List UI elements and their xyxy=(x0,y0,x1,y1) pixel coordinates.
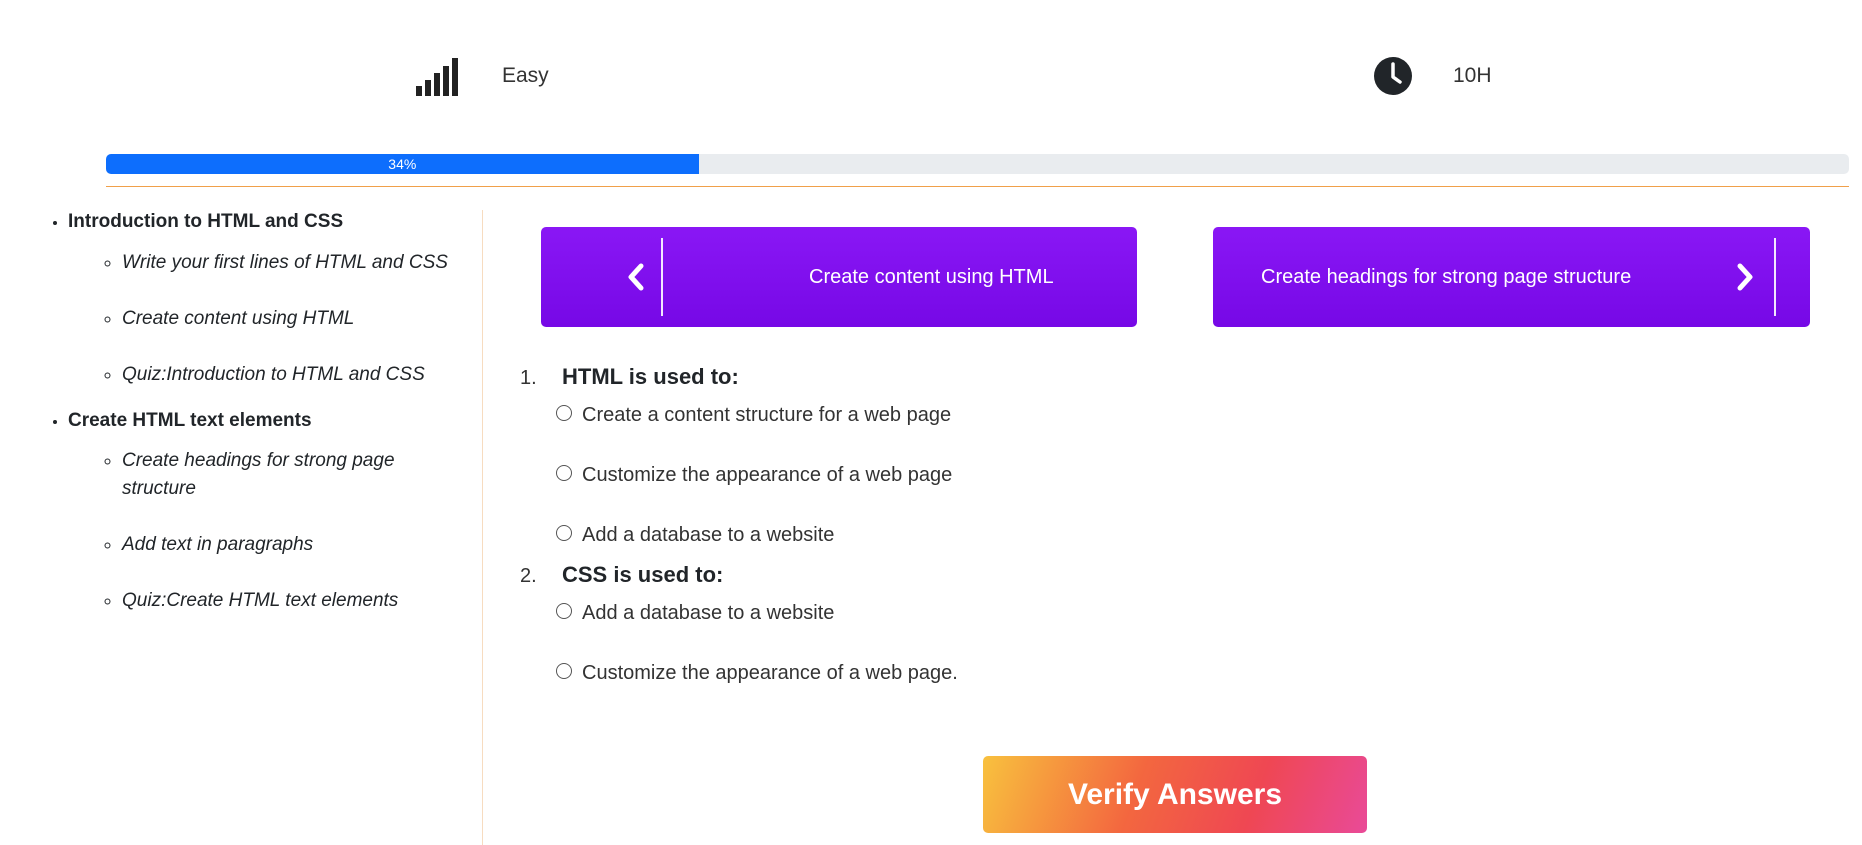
section-intro-html-css[interactable]: Introduction to HTML and CSS Write your … xyxy=(68,210,482,389)
radio-button[interactable] xyxy=(556,525,572,541)
answer-option[interactable]: Customize the appearance of a web page. xyxy=(556,658,1820,688)
radio-button[interactable] xyxy=(556,405,572,421)
question-1: 1. HTML is used to: Create a content str… xyxy=(520,364,1820,550)
next-lesson-button[interactable]: Create headings for strong page structur… xyxy=(1213,227,1810,327)
answer-option[interactable]: Add a database to a website xyxy=(556,520,1820,550)
radio-button[interactable] xyxy=(556,603,572,619)
lesson-item[interactable]: Quiz:Introduction to HTML and CSS xyxy=(122,361,482,389)
duration-label: 10H xyxy=(1453,64,1492,87)
lesson-item[interactable]: Add text in paragraphs xyxy=(122,531,482,559)
chevron-left-icon xyxy=(625,262,647,292)
signal-bars-icon xyxy=(416,58,458,96)
duration-stat: 10H xyxy=(1373,56,1492,96)
next-lesson-label: Create headings for strong page structur… xyxy=(1261,265,1632,288)
lesson-link[interactable]: Add text in paragraphs xyxy=(122,534,313,555)
lesson-link[interactable]: Quiz:Create HTML text elements xyxy=(122,590,398,611)
question-number: 2. xyxy=(520,565,537,587)
lesson-item[interactable]: Write your first lines of HTML and CSS xyxy=(122,249,482,277)
verify-answers-label: Verify Answers xyxy=(1068,777,1282,811)
option-label[interactable]: Customize the appearance of a web page xyxy=(582,464,952,487)
button-divider xyxy=(661,238,663,316)
previous-lesson-label: Create content using HTML xyxy=(809,265,1054,288)
difficulty-label: Easy xyxy=(502,64,549,87)
question-header: 1. HTML is used to: xyxy=(520,364,1820,400)
answer-option[interactable]: Add a database to a website xyxy=(556,598,1820,628)
lesson-list: Create headings for strong page structur… xyxy=(68,447,482,615)
lesson-link[interactable]: Create content using HTML xyxy=(122,308,354,329)
question-header: 2. CSS is used to: xyxy=(520,562,1820,598)
option-label[interactable]: Customize the appearance of a web page. xyxy=(582,662,958,685)
option-label[interactable]: Create a content structure for a web pag… xyxy=(582,404,951,427)
chevron-right-icon xyxy=(1734,262,1756,292)
lesson-item[interactable]: Quiz:Create HTML text elements xyxy=(122,587,482,615)
radio-button[interactable] xyxy=(556,663,572,679)
previous-lesson-button[interactable]: Create content using HTML xyxy=(541,227,1137,327)
question-text: HTML is used to: xyxy=(562,364,739,389)
lesson-link[interactable]: Quiz:Introduction to HTML and CSS xyxy=(122,364,425,385)
course-progress-bar: 34% xyxy=(106,154,1849,174)
radio-button[interactable] xyxy=(556,465,572,481)
section-title[interactable]: Introduction to HTML and CSS xyxy=(68,211,343,232)
question-number: 1. xyxy=(520,367,537,389)
progress-label: 34% xyxy=(388,156,417,172)
answer-option[interactable]: Create a content structure for a web pag… xyxy=(556,400,1820,430)
section-list: Introduction to HTML and CSS Write your … xyxy=(0,210,482,615)
course-page: Easy 10H 34% Introduction to HTML and CS… xyxy=(0,0,1862,845)
progress-fill: 34% xyxy=(106,154,699,174)
clock-icon xyxy=(1374,57,1412,95)
lesson-item[interactable]: Create headings for strong page structur… xyxy=(122,447,482,503)
answer-option[interactable]: Customize the appearance of a web page xyxy=(556,460,1820,490)
verify-answers-button[interactable]: Verify Answers xyxy=(983,756,1367,833)
quiz-form: 1. HTML is used to: Create a content str… xyxy=(520,364,1820,700)
lesson-link[interactable]: Write your first lines of HTML and CSS xyxy=(122,252,448,273)
lesson-item[interactable]: Create content using HTML xyxy=(122,305,482,333)
section-html-text-elements[interactable]: Create HTML text elements Create heading… xyxy=(68,409,482,616)
option-label[interactable]: Add a database to a website xyxy=(582,524,834,547)
lesson-link[interactable]: Create headings for strong page structur… xyxy=(122,450,395,499)
difficulty-stat: Easy xyxy=(414,56,549,96)
lesson-list: Write your first lines of HTML and CSS C… xyxy=(68,249,482,389)
button-divider xyxy=(1774,238,1777,316)
question-2: 2. CSS is used to: Add a database to a w… xyxy=(520,562,1820,688)
question-text: CSS is used to: xyxy=(562,562,724,587)
course-outline-sidebar: Introduction to HTML and CSS Write your … xyxy=(0,210,483,845)
section-title[interactable]: Create HTML text elements xyxy=(68,410,312,431)
divider xyxy=(106,186,1849,187)
option-label[interactable]: Add a database to a website xyxy=(582,602,834,625)
